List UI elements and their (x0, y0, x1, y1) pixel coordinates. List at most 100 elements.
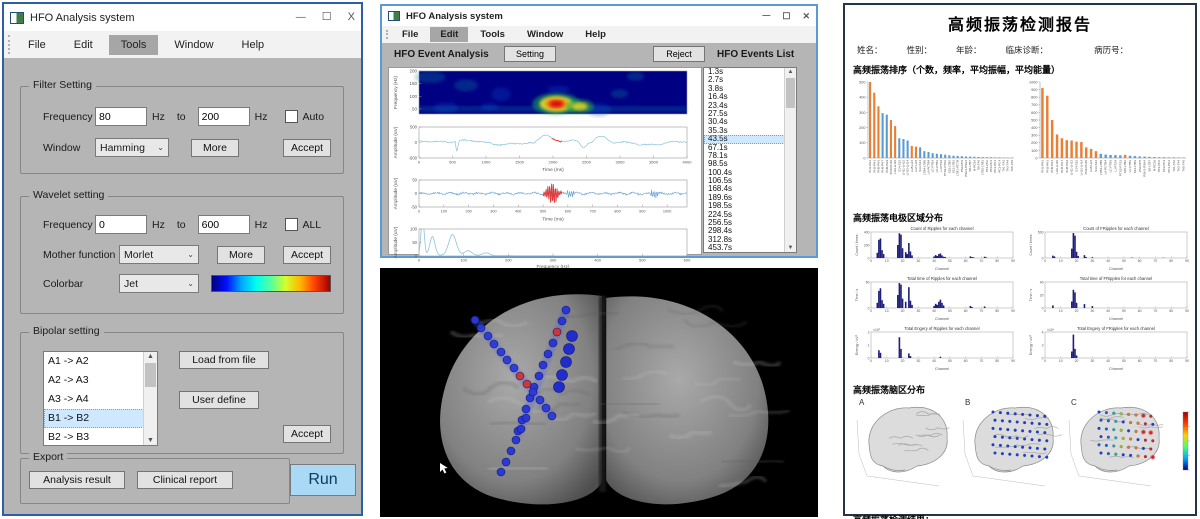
menu-item-edit[interactable]: Edit (62, 35, 105, 55)
patient-field-label: 性别： (907, 44, 933, 56)
colorbar-select[interactable]: Jet⌄ (119, 274, 199, 293)
brain-3d-view[interactable] (380, 268, 818, 517)
filter-accept-button[interactable]: Accept (283, 139, 331, 157)
menu-item-file[interactable]: File (16, 35, 58, 55)
bipolar-accept-button[interactable]: Accept (283, 425, 331, 443)
scrollbar-thumb[interactable] (786, 78, 795, 108)
run-button[interactable]: Run (290, 464, 356, 496)
svg-text:30: 30 (916, 259, 920, 263)
brain-figure-label: B (965, 398, 970, 407)
menu-item-tools[interactable]: Tools (470, 27, 515, 42)
svg-text:30: 30 (1090, 309, 1094, 313)
svg-text:20: 20 (1075, 259, 1079, 263)
analysis-result-button[interactable]: Analysis result (29, 471, 125, 489)
wavelet-setting-group: Wavelet setting Frequency Hz to Hz ALL M… (20, 196, 344, 314)
bipolar-listbox[interactable]: A1 -> A2A2 -> A3A3 -> A4B1 -> B2B2 -> B3… (43, 351, 158, 446)
svg-text:90: 90 (1185, 309, 1189, 313)
window-select[interactable]: Hamming⌄ (95, 138, 169, 157)
bipolar-setting-group: Bipolar setting A1 -> A2A2 -> A3A3 -> A4… (20, 332, 344, 454)
svg-text:0: 0 (870, 359, 872, 363)
menu-item-help[interactable]: Help (230, 35, 277, 55)
bipolar-list-item[interactable]: A1 -> A2 (44, 352, 148, 371)
close-icon[interactable]: ✕ (802, 12, 810, 21)
svg-text:60: 60 (1138, 259, 1142, 263)
svg-text:80: 80 (1169, 259, 1173, 263)
svg-text:PC1-PC2: PC1-PC2 (1167, 160, 1171, 173)
svg-text:200: 200 (859, 126, 865, 130)
svg-text:800: 800 (614, 210, 620, 214)
filter-freq-from-input[interactable] (95, 107, 147, 126)
svg-text:500: 500 (639, 258, 646, 263)
menu-item-tools[interactable]: Tools (109, 35, 159, 55)
menu-item-edit[interactable]: Edit (430, 27, 468, 42)
colorbar-label: Colorbar (43, 278, 119, 290)
svg-text:Time (ms): Time (ms) (542, 167, 564, 173)
scroll-up-icon[interactable]: ▲ (144, 353, 157, 360)
channel-histograms: Count of Ripples for each channel0200400… (853, 226, 1187, 376)
svg-text:Energy / uV²: Energy / uV² (855, 334, 859, 355)
scrollbar-thumb[interactable] (145, 363, 156, 387)
bipolar-list-item[interactable]: B2 -> B3 (44, 428, 148, 446)
minimize-icon[interactable]: — (762, 12, 770, 20)
clinical-report-button[interactable]: Clinical report (137, 471, 233, 489)
wavelet-freq-from-input[interactable] (95, 215, 147, 234)
menu-item-window[interactable]: Window (517, 27, 573, 42)
menu-item-file[interactable]: File (392, 27, 428, 42)
load-from-file-button[interactable]: Load from file (179, 351, 269, 369)
svg-text:50: 50 (1122, 359, 1126, 363)
svg-text:100: 100 (409, 94, 417, 99)
event-list-item[interactable]: 453.7s (704, 244, 787, 252)
maximize-icon[interactable]: ☐ (322, 12, 332, 23)
reject-button[interactable]: Reject (653, 46, 705, 62)
events-scrollbar[interactable]: ▲ ▼ (784, 68, 796, 252)
window-title: HFO Analysis system (30, 12, 135, 24)
filter-more-button[interactable]: More (191, 139, 239, 157)
hfo-events-list[interactable]: 1.3s2.7s3.8s16.4s23.4s27.5s30.4s35.3s43.… (703, 67, 797, 253)
svg-text:PH5-PH6: PH5-PH6 (1050, 160, 1054, 173)
all-checkbox[interactable] (285, 218, 298, 231)
svg-text:50: 50 (412, 178, 417, 183)
svg-text:700: 700 (590, 210, 596, 214)
minimize-icon[interactable]: — (296, 13, 306, 23)
svg-text:S13-S14: S13-S14 (1094, 160, 1098, 172)
hz-label: Hz (152, 111, 165, 123)
svg-text:2000: 2000 (549, 160, 559, 165)
svg-text:×10⁴: ×10⁴ (1047, 328, 1055, 332)
svg-text:1000: 1000 (663, 210, 671, 214)
filter-freq-to-input[interactable] (198, 107, 250, 126)
events-listbox[interactable]: 1.3s2.7s3.8s16.4s23.4s27.5s30.4s35.3s43.… (703, 67, 797, 253)
patient-field-label: 临床诊断： (1006, 44, 1049, 56)
setting-button[interactable]: Setting (504, 46, 556, 62)
svg-text:400: 400 (864, 230, 870, 234)
menu-item-help[interactable]: Help (575, 27, 616, 42)
svg-text:600: 600 (684, 258, 691, 263)
bipolar-list-item[interactable]: A3 -> A4 (44, 390, 148, 409)
frequency-label: Frequency (43, 111, 95, 123)
bipolar-list-item[interactable]: A2 -> A3 (44, 371, 148, 390)
svg-text:20: 20 (1075, 309, 1079, 313)
scroll-down-icon[interactable]: ▼ (144, 437, 157, 444)
svg-text:0: 0 (418, 210, 420, 214)
svg-text:10: 10 (885, 309, 889, 313)
wavelet-accept-button[interactable]: Accept (283, 246, 331, 264)
clinical-report-page: 高频振荡检测报告 姓名：性别：年龄：临床诊断：病历号： 高频振荡排序（个数，频率… (843, 3, 1197, 516)
bipolar-list-item[interactable]: B1 -> B2 (44, 409, 148, 428)
wavelet-freq-to-input[interactable] (198, 215, 250, 234)
report-title: 高频振荡检测报告 (853, 11, 1187, 35)
user-define-button[interactable]: User define (179, 391, 259, 409)
auto-checkbox[interactable] (285, 110, 298, 123)
svg-text:0: 0 (418, 160, 421, 165)
close-icon[interactable]: X (348, 12, 355, 23)
maximize-icon[interactable]: ☐ (782, 12, 790, 21)
mother-function-select[interactable]: Morlet⌄ (119, 245, 199, 264)
svg-text:500: 500 (859, 80, 865, 84)
menu-item-window[interactable]: Window (162, 35, 225, 55)
scroll-down-icon[interactable]: ▼ (785, 245, 796, 251)
wavelet-more-button[interactable]: More (217, 246, 265, 264)
chevron-down-icon: ⌄ (157, 143, 164, 152)
report-section2-heading: 高频振荡电极区域分布 (853, 211, 1187, 224)
svg-text:50: 50 (948, 259, 952, 263)
bipolar-scrollbar[interactable]: ▲ ▼ (143, 352, 157, 445)
scroll-up-icon[interactable]: ▲ (785, 69, 796, 75)
svg-text:Total Engery of FRipples for e: Total Engery of FRipples for each channe… (1077, 326, 1155, 331)
